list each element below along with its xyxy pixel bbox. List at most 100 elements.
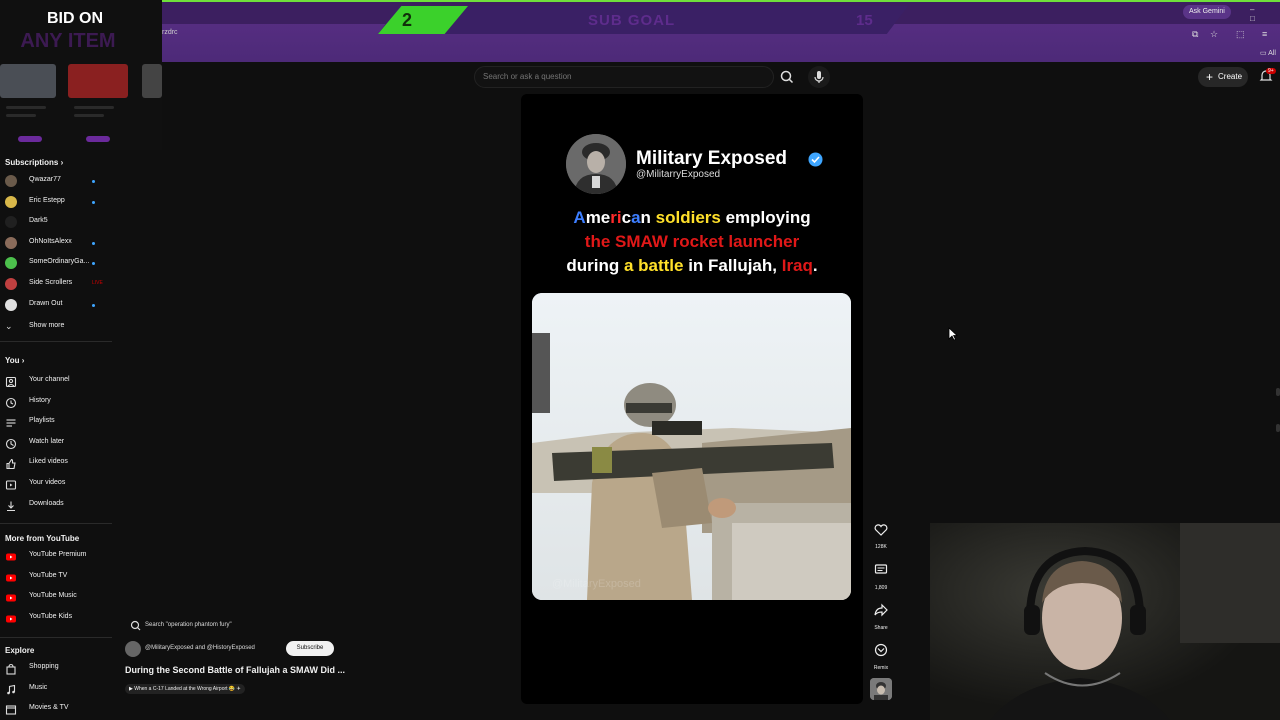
sidebar-item-like[interactable]: Liked videos: [0, 454, 115, 472]
search-icon: [780, 70, 794, 84]
sidebar-item-label: YouTube Premium: [29, 551, 87, 558]
caption-segment: during: [566, 256, 624, 275]
you-heading[interactable]: You ›: [5, 356, 24, 365]
menu-icon[interactable]: ≡: [1262, 28, 1267, 40]
sidebar-item-subscription[interactable]: SomeOrdinaryGa...: [0, 254, 115, 272]
sub-goal-count: 2: [402, 10, 413, 30]
create-button[interactable]: + Create: [1198, 67, 1248, 87]
sidebar-item-watch-later[interactable]: Watch later: [0, 434, 115, 452]
sidebar-item-youtube-product[interactable]: YouTube Music: [0, 588, 115, 606]
divider: [0, 341, 112, 342]
search-box[interactable]: [474, 66, 774, 88]
bid-subtitle: ANY ITEM: [20, 30, 116, 52]
create-label: Create: [1218, 72, 1243, 81]
sidebar-item-youtube-product[interactable]: YouTube TV: [0, 568, 115, 586]
sidebar-item-youtube-product[interactable]: YouTube Premium: [0, 547, 115, 565]
sidebar-item-music[interactable]: Music: [0, 680, 115, 698]
sidebar-item-subscription[interactable]: Qwazar77: [0, 172, 115, 190]
subscriptions-heading[interactable]: Subscriptions ›: [5, 158, 63, 167]
sidebar-item-subscription[interactable]: OhNoItsAlexx: [0, 234, 115, 252]
caption-segment: Iraq: [781, 256, 813, 275]
bid-overlay: BID ON ANY ITEM: [0, 0, 162, 150]
search-input[interactable]: [483, 72, 763, 81]
youtube-logo-icon: [5, 550, 17, 562]
sidebar-item-youtube-product[interactable]: YouTube Kids: [0, 609, 115, 627]
sidebar-item-download[interactable]: Downloads: [0, 496, 115, 514]
remix-label: Remix: [873, 665, 889, 671]
new-content-dot: [92, 200, 95, 204]
share-button[interactable]: [871, 600, 891, 620]
sub-goal-overlay: 2 SUB GOAL 15: [378, 6, 908, 34]
url-text[interactable]: rzdrc: [162, 29, 178, 36]
sidebar-item-playlists[interactable]: Playlists: [0, 413, 115, 431]
sidebar-item-label: Qwazar77: [29, 176, 61, 183]
scroll-indicator[interactable]: [1276, 424, 1280, 432]
sidebar-item-subscription[interactable]: Eric Estepp: [0, 193, 115, 211]
sidebar-item-label: Dark5: [29, 217, 48, 225]
youtube-logo-icon: [5, 571, 17, 583]
youtube-logo-icon: [5, 591, 17, 603]
sidebar-item-label: YouTube Music: [29, 592, 77, 600]
new-content-dot: [92, 241, 95, 245]
sidebar-item-label: Drawn Out: [29, 299, 63, 307]
show-more-label: Show more: [29, 322, 65, 329]
video-frame[interactable]: [532, 293, 851, 600]
scroll-indicator[interactable]: [1276, 388, 1280, 396]
verified-icon: [808, 152, 823, 167]
divider: [0, 523, 112, 524]
ask-gemini-button[interactable]: Ask Gemini: [1183, 5, 1231, 19]
subscriptions-heading-label: Subscriptions: [5, 158, 59, 167]
next-channel-avatar[interactable]: [125, 641, 141, 657]
bid-item-line: [74, 106, 114, 109]
bid-item-image: [0, 64, 56, 98]
heart-icon: [874, 524, 888, 536]
new-content-dot: [92, 262, 95, 266]
sidebar-item-shopping[interactable]: Shopping: [0, 659, 115, 677]
search-suggestion-chip[interactable]: Search "operation phantom fury": [125, 619, 255, 633]
extensions-icon[interactable]: ⬚: [1236, 28, 1245, 40]
bookmark-star-icon[interactable]: ☆: [1210, 28, 1218, 40]
sidebar-item-label: SomeOrdinaryGa...: [29, 258, 90, 266]
comments-button[interactable]: [871, 560, 891, 580]
search-button[interactable]: [776, 66, 798, 88]
show-more-button[interactable]: ⌄ Show more: [0, 318, 115, 336]
soldier-portrait-image: [566, 134, 626, 194]
sidebar-item-movies[interactable]: Movies & TV: [0, 700, 115, 718]
sidebar-item-subscription[interactable]: Drawn Out: [0, 296, 115, 314]
live-indicator: LIVE: [92, 280, 103, 286]
window-controls[interactable]: – □: [1250, 5, 1280, 23]
chevron-right-icon: ›: [21, 356, 25, 365]
channel-avatar[interactable]: [566, 134, 626, 194]
sound-thumbnail[interactable]: [870, 678, 892, 700]
channel-avatar: [5, 195, 17, 208]
sidebar-item-your-videos[interactable]: Your videos: [0, 475, 115, 493]
history-icon: [5, 396, 17, 408]
sidebar-item-channel[interactable]: Your channel: [0, 372, 115, 390]
like-button[interactable]: [871, 520, 891, 540]
next-video-channels[interactable]: @MilitaryExposed and @HistoryExposed: [145, 645, 255, 651]
movies-icon: [5, 703, 17, 715]
caption-line-1: American soldiers employing: [521, 208, 863, 228]
search-suggestion-text: Search "operation phantom fury": [145, 622, 232, 628]
all-bookmarks-icon[interactable]: ▭ All: [1260, 48, 1276, 60]
channel-name[interactable]: Military Exposed: [636, 148, 787, 170]
shopping-icon: [5, 662, 17, 675]
related-video-chip[interactable]: ▶ When a C-17 Landed at the Wrong Airpor…: [125, 684, 245, 694]
sidebar-item-label: Shopping: [29, 663, 59, 670]
more-from-youtube-heading: More from YouTube: [5, 534, 80, 543]
next-video-title[interactable]: During the Second Battle of Fallujah a S…: [125, 665, 345, 675]
sidebar-item-subscription[interactable]: Side Scrollers LIVE: [0, 275, 115, 293]
sidebar-item-history[interactable]: History: [0, 393, 115, 411]
comment-icon: [874, 564, 888, 574]
chevron-right-icon: ›: [60, 158, 64, 167]
install-icon[interactable]: ⧉: [1192, 28, 1198, 40]
remix-button[interactable]: [871, 640, 891, 660]
sidebar-item-label: Playlists: [29, 417, 55, 425]
sidebar-item-label: Your videos: [29, 479, 66, 486]
sidebar-item-subscription[interactable]: Dark5: [0, 213, 115, 231]
caption-segment: ri: [610, 208, 622, 227]
subscribe-button[interactable]: Subscribe: [286, 641, 334, 656]
channel-handle: @MilitarryExposed: [636, 169, 721, 180]
voice-search-button[interactable]: [808, 66, 830, 88]
bid-item-card: [68, 64, 128, 144]
